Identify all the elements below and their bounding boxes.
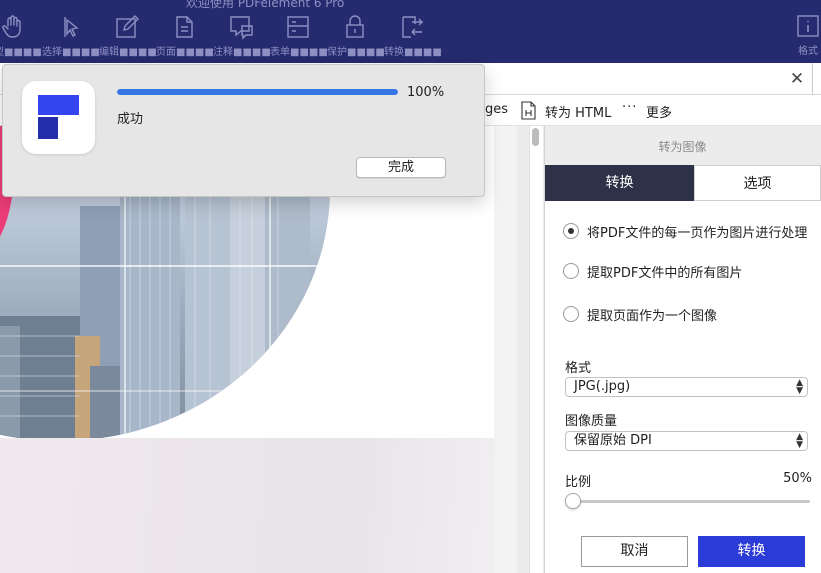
comment-icon (230, 16, 253, 40)
tool-label: 表单■■■■ (270, 47, 328, 58)
html-file-icon (521, 101, 536, 120)
tab-convert[interactable]: 转换 (545, 165, 694, 201)
tool-label: 格式 (798, 46, 818, 57)
format-value: JPG(.jpg) (574, 379, 631, 394)
more-button[interactable]: 更多 (646, 102, 672, 121)
ratio-slider-thumb[interactable] (565, 493, 581, 509)
to-html-button[interactable]: 转为 HTML (545, 102, 611, 121)
tool-comment[interactable]: 注释■■■■ (213, 14, 271, 60)
select-cursor-icon (64, 17, 79, 37)
scrollbar-thumb[interactable] (532, 128, 539, 146)
app-logo (22, 81, 95, 154)
option-page-as-image[interactable]: 提取页面作为一个图像 (563, 305, 743, 325)
divider (812, 63, 813, 95)
lock-icon (346, 15, 364, 38)
form-icon (287, 16, 309, 38)
tool-label: 注释■■■■ (213, 47, 271, 58)
blurred-region (0, 438, 494, 573)
ratio-label: 比例 (565, 475, 592, 490)
tool-protect[interactable]: 保护■■■■ (327, 14, 385, 60)
tool-form[interactable]: 表单■■■■ (270, 14, 328, 60)
info-icon (797, 15, 819, 37)
tool-label: 选择■■■■ (42, 47, 100, 58)
convert-button[interactable]: 转换 (698, 536, 805, 567)
panel-title: 转为图像 (658, 140, 707, 154)
radio-button[interactable] (563, 306, 579, 322)
tool-convert[interactable]: 转换■■■■ (384, 14, 442, 60)
quality-select[interactable]: 保留原始 DPI ▲ ▼ (565, 431, 808, 451)
progress-fill (117, 89, 398, 95)
done-button[interactable]: 完成 (356, 157, 446, 178)
tool-label: 页面■■■■ (156, 47, 214, 58)
format-label: 格式 (565, 361, 592, 376)
progress-bar (117, 89, 398, 95)
main-toolbar: 欢迎使用 PDFelement 6 Pro 手型■■■■ 选择■■■■ 编辑■■… (0, 0, 821, 63)
chevron-updown-icon: ▲ ▼ (796, 432, 803, 450)
close-icon[interactable]: ✕ (788, 70, 806, 88)
ellipsis-icon[interactable]: ··· (622, 100, 637, 115)
cancel-button[interactable]: 取消 (581, 536, 688, 567)
option-each-page[interactable]: 将PDF文件的每一页作为图片进行处理 (563, 222, 813, 242)
tab-options[interactable]: 选项 (694, 165, 821, 201)
quality-label: 图像质量 (565, 414, 618, 429)
tool-label: 编辑■■■■ (99, 47, 157, 58)
edit-icon (116, 15, 139, 38)
progress-percent: 100% (407, 85, 445, 100)
ratio-value: 50% (783, 471, 812, 486)
radio-button[interactable] (563, 223, 579, 239)
to-images-button[interactable]: ges (485, 102, 508, 117)
tool-page[interactable]: 页面■■■■ (156, 14, 214, 60)
page-icon (176, 16, 193, 38)
chevron-updown-icon: ▲ ▼ (796, 378, 803, 396)
tool-edit[interactable]: 编辑■■■■ (99, 14, 157, 60)
convert-icon (402, 16, 424, 38)
window-title: 欢迎使用 PDFelement 6 Pro (186, 0, 345, 10)
option-label: 将PDF文件的每一页作为图片进行处理 (587, 226, 808, 241)
tool-label: 手型■■■■ (0, 47, 42, 58)
radio-button[interactable] (563, 263, 579, 279)
tool-hand[interactable]: 手型■■■■ (0, 14, 42, 60)
option-label: 提取PDF文件中的所有图片 (587, 266, 743, 281)
format-select[interactable]: JPG(.jpg) ▲ ▼ (565, 377, 808, 397)
hand-icon (2, 15, 21, 38)
status-text: 成功 (117, 112, 144, 127)
tool-select[interactable]: 选择■■■■ (42, 14, 100, 60)
scrollbar[interactable] (529, 126, 543, 573)
option-label: 提取页面作为一个图像 (587, 309, 718, 324)
quality-value: 保留原始 DPI (574, 433, 652, 448)
ratio-slider-track[interactable] (573, 500, 810, 503)
tool-format[interactable]: 格式 (788, 14, 821, 57)
tool-label: 转换■■■■ (384, 47, 442, 58)
tool-label: 保护■■■■ (327, 47, 385, 58)
pdfelement-logo-icon (38, 95, 79, 139)
option-extract-images[interactable]: 提取PDF文件中的所有图片 (563, 262, 763, 282)
